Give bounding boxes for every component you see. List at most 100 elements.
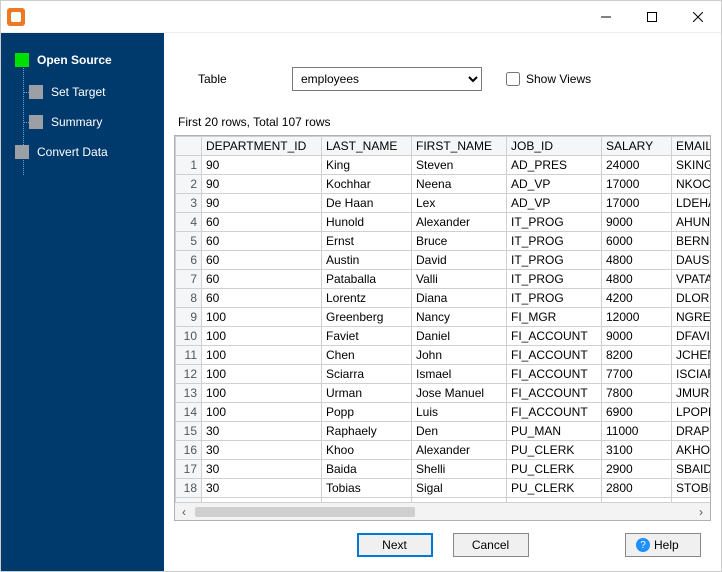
- table-cell[interactable]: 100: [202, 384, 322, 403]
- scroll-left-icon[interactable]: ‹: [175, 505, 193, 519]
- table-row[interactable]: 10100FavietDanielFI_ACCOUNT9000DFAVIET: [176, 327, 711, 346]
- scroll-right-icon[interactable]: ›: [692, 505, 710, 519]
- table-cell[interactable]: 60: [202, 232, 322, 251]
- table-cell[interactable]: Ernst: [322, 232, 412, 251]
- column-header[interactable]: LAST_NAME: [322, 137, 412, 156]
- table-row[interactable]: 1630KhooAlexanderPU_CLERK3100AKHOO: [176, 441, 711, 460]
- table-cell[interactable]: Ismael: [412, 365, 507, 384]
- table-row[interactable]: 190KingStevenAD_PRES24000SKING: [176, 156, 711, 175]
- table-cell[interactable]: 30: [202, 479, 322, 498]
- table-cell[interactable]: Shelli: [412, 460, 507, 479]
- horizontal-scrollbar[interactable]: ‹ ›: [175, 502, 710, 520]
- table-cell[interactable]: Sigal: [412, 479, 507, 498]
- table-cell[interactable]: Khoo: [322, 441, 412, 460]
- column-header[interactable]: SALARY: [602, 137, 672, 156]
- table-cell[interactable]: Bruce: [412, 232, 507, 251]
- table-cell[interactable]: Nancy: [412, 308, 507, 327]
- table-cell[interactable]: Neena: [412, 175, 507, 194]
- table-cell[interactable]: King: [322, 156, 412, 175]
- table-cell[interactable]: FI_ACCOUNT: [507, 346, 602, 365]
- table-cell[interactable]: 7700: [602, 365, 672, 384]
- table-cell[interactable]: 2900: [602, 460, 672, 479]
- table-row[interactable]: 460HunoldAlexanderIT_PROG9000AHUNOLD: [176, 213, 711, 232]
- table-cell[interactable]: John: [412, 346, 507, 365]
- table-row[interactable]: 1530RaphaelyDenPU_MAN11000DRAPHEAL: [176, 422, 711, 441]
- table-cell[interactable]: 100: [202, 365, 322, 384]
- table-cell[interactable]: BERNST: [672, 232, 711, 251]
- table-cell[interactable]: NKOCHHAR: [672, 175, 711, 194]
- table-cell[interactable]: AD_VP: [507, 175, 602, 194]
- table-cell[interactable]: DRAPHEAL: [672, 422, 711, 441]
- table-cell[interactable]: Daniel: [412, 327, 507, 346]
- table-cell[interactable]: Hunold: [322, 213, 412, 232]
- data-table-scroll[interactable]: DEPARTMENT_IDLAST_NAMEFIRST_NAMEJOB_IDSA…: [175, 136, 710, 502]
- table-cell[interactable]: Sciarra: [322, 365, 412, 384]
- scroll-thumb[interactable]: [195, 507, 415, 517]
- table-cell[interactable]: Popp: [322, 403, 412, 422]
- table-cell[interactable]: AKHOO: [672, 441, 711, 460]
- table-cell[interactable]: 60: [202, 289, 322, 308]
- table-cell[interactable]: IT_PROG: [507, 289, 602, 308]
- table-cell[interactable]: 100: [202, 308, 322, 327]
- table-cell[interactable]: Tobias: [322, 479, 412, 498]
- table-cell[interactable]: 12000: [602, 308, 672, 327]
- table-cell[interactable]: Lex: [412, 194, 507, 213]
- table-cell[interactable]: Chen: [322, 346, 412, 365]
- show-views-input[interactable]: [506, 72, 520, 86]
- table-cell[interactable]: 90: [202, 175, 322, 194]
- table-cell[interactable]: 30: [202, 460, 322, 479]
- column-header[interactable]: FIRST_NAME: [412, 137, 507, 156]
- table-cell[interactable]: Raphaely: [322, 422, 412, 441]
- table-cell[interactable]: 17000: [602, 194, 672, 213]
- table-row[interactable]: 13100UrmanJose ManuelFI_ACCOUNT7800JMURM…: [176, 384, 711, 403]
- table-cell[interactable]: JMURMAN: [672, 384, 711, 403]
- table-cell[interactable]: AD_VP: [507, 194, 602, 213]
- table-cell[interactable]: DAUSTIN: [672, 251, 711, 270]
- next-button[interactable]: Next: [357, 533, 433, 557]
- table-cell[interactable]: Baida: [322, 460, 412, 479]
- table-row[interactable]: 9100GreenbergNancyFI_MGR12000NGREENBE: [176, 308, 711, 327]
- table-row[interactable]: 660AustinDavidIT_PROG4800DAUSTIN: [176, 251, 711, 270]
- minimize-button[interactable]: [583, 1, 629, 33]
- table-cell[interactable]: FI_ACCOUNT: [507, 384, 602, 403]
- table-cell[interactable]: 4800: [602, 251, 672, 270]
- table-cell[interactable]: Valli: [412, 270, 507, 289]
- table-cell[interactable]: Steven: [412, 156, 507, 175]
- table-cell[interactable]: 100: [202, 403, 322, 422]
- table-cell[interactable]: Urman: [322, 384, 412, 403]
- table-cell[interactable]: Lorentz: [322, 289, 412, 308]
- table-cell[interactable]: SBAIDA: [672, 460, 711, 479]
- table-cell[interactable]: LDEHAAN: [672, 194, 711, 213]
- table-cell[interactable]: 7800: [602, 384, 672, 403]
- table-cell[interactable]: AD_PRES: [507, 156, 602, 175]
- table-cell[interactable]: DLORENTZ: [672, 289, 711, 308]
- table-select[interactable]: employees: [292, 67, 482, 91]
- table-cell[interactable]: Greenberg: [322, 308, 412, 327]
- table-cell[interactable]: FI_MGR: [507, 308, 602, 327]
- table-cell[interactable]: 90: [202, 156, 322, 175]
- table-cell[interactable]: FI_ACCOUNT: [507, 365, 602, 384]
- table-cell[interactable]: LPOPP: [672, 403, 711, 422]
- table-cell[interactable]: SKING: [672, 156, 711, 175]
- table-cell[interactable]: STOBIAS: [672, 479, 711, 498]
- table-row[interactable]: 290KochharNeenaAD_VP17000NKOCHHAR: [176, 175, 711, 194]
- table-cell[interactable]: Kochhar: [322, 175, 412, 194]
- table-cell[interactable]: 30: [202, 441, 322, 460]
- table-cell[interactable]: 6000: [602, 232, 672, 251]
- table-cell[interactable]: 24000: [602, 156, 672, 175]
- column-header[interactable]: EMAIL: [672, 137, 711, 156]
- table-cell[interactable]: AHUNOLD: [672, 213, 711, 232]
- table-row[interactable]: 11100ChenJohnFI_ACCOUNT8200JCHEN: [176, 346, 711, 365]
- table-cell[interactable]: Jose Manuel: [412, 384, 507, 403]
- table-cell[interactable]: Alexander: [412, 213, 507, 232]
- table-cell[interactable]: JCHEN: [672, 346, 711, 365]
- table-cell[interactable]: 90: [202, 194, 322, 213]
- table-cell[interactable]: Pataballa: [322, 270, 412, 289]
- show-views-checkbox[interactable]: Show Views: [506, 72, 591, 86]
- table-cell[interactable]: Luis: [412, 403, 507, 422]
- table-cell[interactable]: 2800: [602, 479, 672, 498]
- table-cell[interactable]: 9000: [602, 327, 672, 346]
- table-cell[interactable]: 8200: [602, 346, 672, 365]
- table-cell[interactable]: De Haan: [322, 194, 412, 213]
- table-cell[interactable]: 3100: [602, 441, 672, 460]
